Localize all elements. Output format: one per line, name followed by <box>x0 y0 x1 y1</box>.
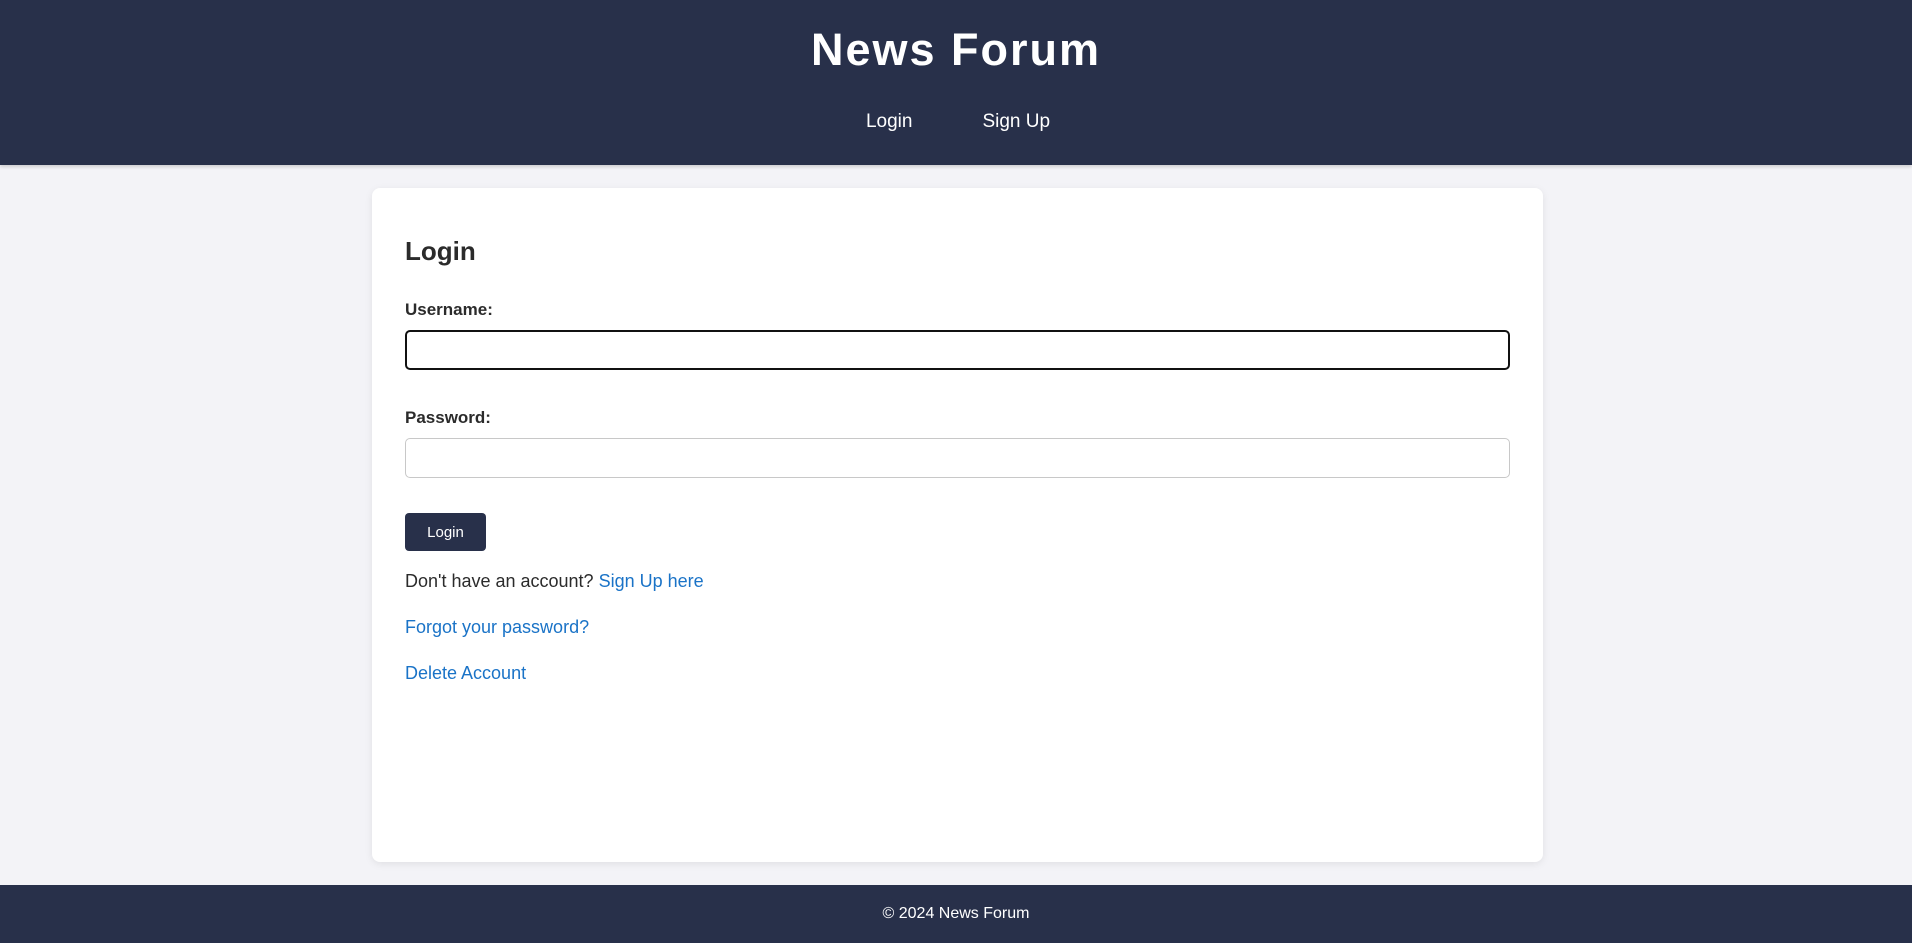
site-header: News Forum Login Sign Up <box>0 0 1912 165</box>
delete-account-link[interactable]: Delete Account <box>405 663 526 683</box>
no-account-text: Don't have an account? <box>405 571 594 591</box>
login-card: Login Username: Password: Login Don't ha… <box>372 188 1543 862</box>
nav-signup-link[interactable]: Sign Up <box>982 108 1050 136</box>
login-heading: Login <box>405 236 476 266</box>
main-nav: Login Sign Up <box>0 108 1912 136</box>
signup-here-link[interactable]: Sign Up here <box>599 571 704 591</box>
nav-login-link[interactable]: Login <box>866 108 913 136</box>
password-input[interactable] <box>405 438 1510 478</box>
delete-account-row: Delete Account <box>405 661 526 685</box>
footer-copyright: © 2024 News Forum <box>882 905 1030 922</box>
login-submit-button[interactable]: Login <box>405 513 486 551</box>
forgot-password-link[interactable]: Forgot your password? <box>405 617 589 637</box>
password-label: Password: <box>405 408 491 427</box>
site-footer: © 2024 News Forum <box>0 885 1912 943</box>
site-title: News Forum <box>810 24 1102 75</box>
username-label: Username: <box>405 300 493 319</box>
forgot-password-row: Forgot your password? <box>405 615 589 639</box>
signup-prompt: Don't have an account? Sign Up here <box>405 569 704 593</box>
username-input[interactable] <box>405 330 1510 370</box>
